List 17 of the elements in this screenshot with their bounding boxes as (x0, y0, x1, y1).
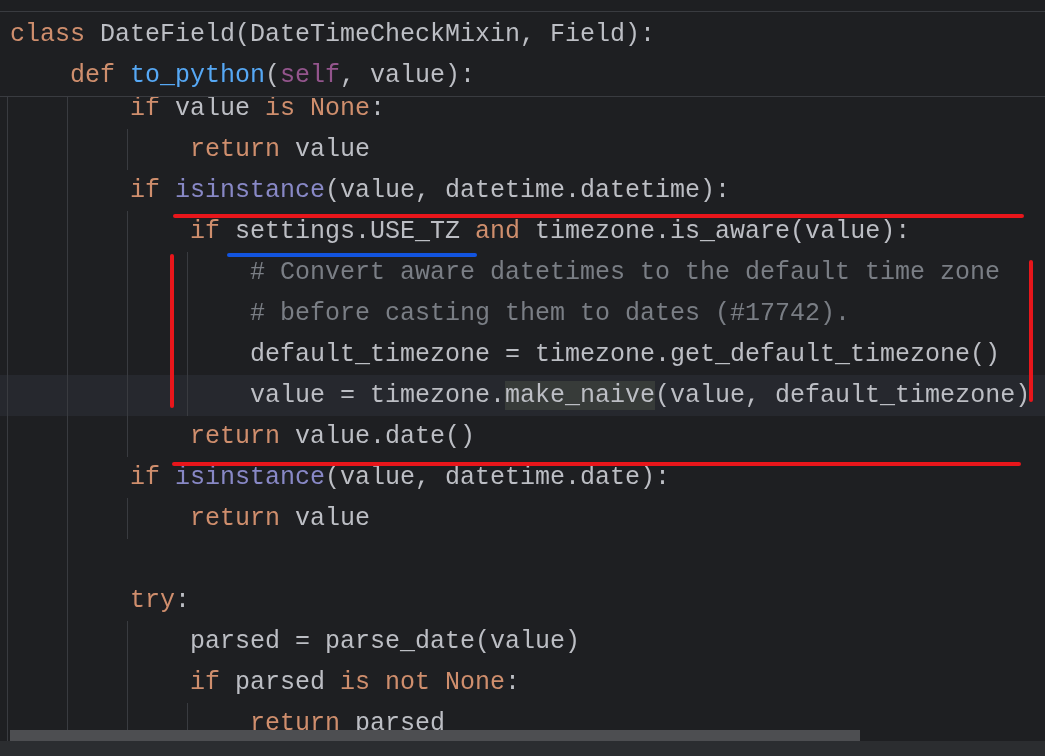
code-line: if isinstance(value, datetime.date): (130, 464, 671, 491)
code-line: class DateField(DateTimeCheckMixin, Field): (10, 21, 656, 48)
code-line: return value (190, 505, 371, 532)
code-line: # Convert aware datetimes to the default time zone (250, 259, 1001, 286)
horizontal-scrollbar[interactable] (10, 730, 860, 741)
code-line: value = timezone.make_naive(value, default_timezone) (250, 382, 1031, 409)
code-line: # before casting them to dates (#17742). (250, 300, 851, 327)
code-line: def to_python(self, value): (70, 62, 476, 89)
code-line: return value.date() (190, 423, 476, 450)
code-line: parsed = parse_date(value) (190, 628, 581, 655)
code-line: if isinstance(value, datetime.datetime): (130, 177, 731, 204)
code-line: try: (130, 587, 191, 614)
code-line: return parsed (250, 710, 446, 737)
code-line: default_timezone = timezone.get_default_timezone() (250, 341, 1001, 368)
code-line: return value (190, 136, 371, 163)
code-line: if settings.USE_TZ and timezone.is_aware(value): (190, 218, 911, 245)
code-line: if parsed is not None: (190, 669, 521, 696)
